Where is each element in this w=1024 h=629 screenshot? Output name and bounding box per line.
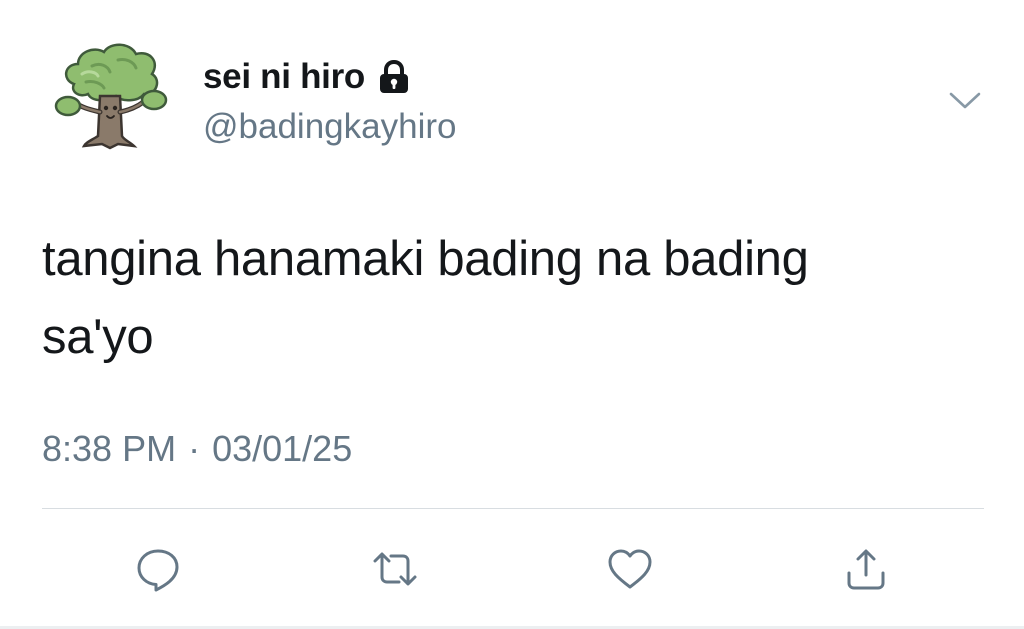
user-handle[interactable]: @badingkayhiro	[203, 107, 456, 147]
tweet-time: 8:38 PM	[42, 428, 177, 469]
tweet-card: sei ni hiro @badingkayhiro tangina hanam…	[0, 0, 1024, 629]
share-button[interactable]	[840, 543, 892, 595]
avatar[interactable]	[52, 36, 170, 154]
retweet-icon	[373, 552, 417, 586]
tree-character-icon	[54, 43, 168, 150]
author-name-row: sei ni hiro	[203, 57, 411, 97]
divider	[42, 508, 984, 509]
reply-button[interactable]	[132, 543, 184, 595]
display-name[interactable]: sei ni hiro	[203, 57, 365, 97]
heart-icon	[608, 549, 652, 589]
chevron-down-icon[interactable]	[945, 85, 985, 115]
reply-icon	[137, 549, 179, 592]
share-icon	[847, 549, 885, 590]
retweet-button[interactable]	[369, 543, 421, 595]
tweet-text: tangina hanamaki bading na bading sa'yo	[42, 220, 942, 376]
like-button[interactable]	[604, 543, 656, 595]
tweet-timestamp[interactable]: 8:38 PM · 03/01/25	[42, 428, 352, 470]
timestamp-separator: ·	[188, 428, 201, 469]
tweet-date: 03/01/25	[212, 428, 353, 469]
lock-icon	[377, 59, 411, 95]
tweet-text-line: tangina hanamaki bading na bading	[42, 232, 809, 286]
tweet-text-line: sa'yo	[42, 310, 154, 364]
